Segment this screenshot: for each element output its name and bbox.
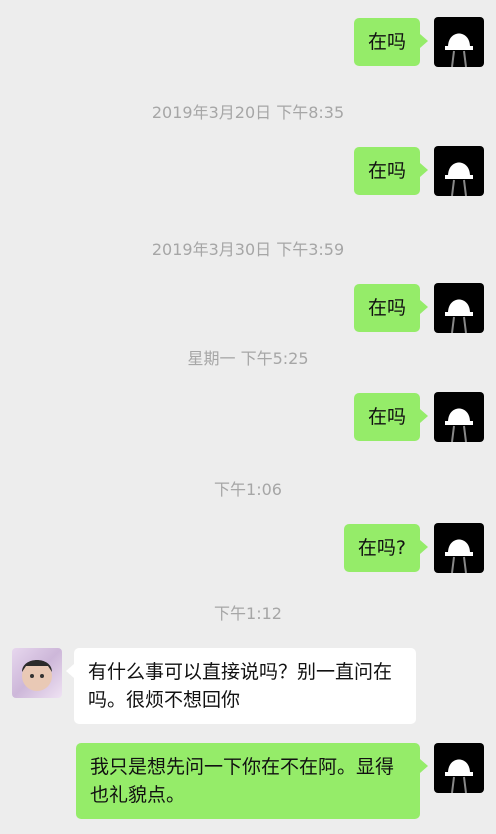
outgoing-message[interactable]: 在吗 <box>353 18 429 66</box>
my-avatar-icon[interactable] <box>434 283 484 333</box>
timestamp: 下午1:12 <box>214 604 282 623</box>
timestamp: 2019年3月20日 下午8:35 <box>151 103 345 122</box>
outgoing-message[interactable]: 在吗 <box>353 147 429 195</box>
my-avatar-icon[interactable] <box>434 523 484 573</box>
my-avatar-icon[interactable] <box>434 17 484 67</box>
friend-avatar-icon[interactable] <box>12 648 62 698</box>
my-avatar-icon[interactable] <box>434 146 484 196</box>
timestamp: 2019年3月30日 下午3:59 <box>151 240 345 259</box>
incoming-message[interactable]: 有什么事可以直接说吗？别一直问在吗。很烦不想回你 <box>66 648 416 724</box>
timestamp: 下午1:06 <box>214 480 282 499</box>
my-avatar-icon[interactable] <box>434 743 484 793</box>
outgoing-message[interactable]: 在吗 <box>353 284 429 332</box>
outgoing-message[interactable]: 我只是想先问一下你在不在阿。显得也礼貌点。 <box>76 743 428 819</box>
my-avatar-icon[interactable] <box>434 392 484 442</box>
timestamp: 星期一 下午5:25 <box>187 349 309 368</box>
outgoing-message[interactable]: 在吗? <box>343 524 429 572</box>
outgoing-message[interactable]: 在吗 <box>353 393 429 441</box>
